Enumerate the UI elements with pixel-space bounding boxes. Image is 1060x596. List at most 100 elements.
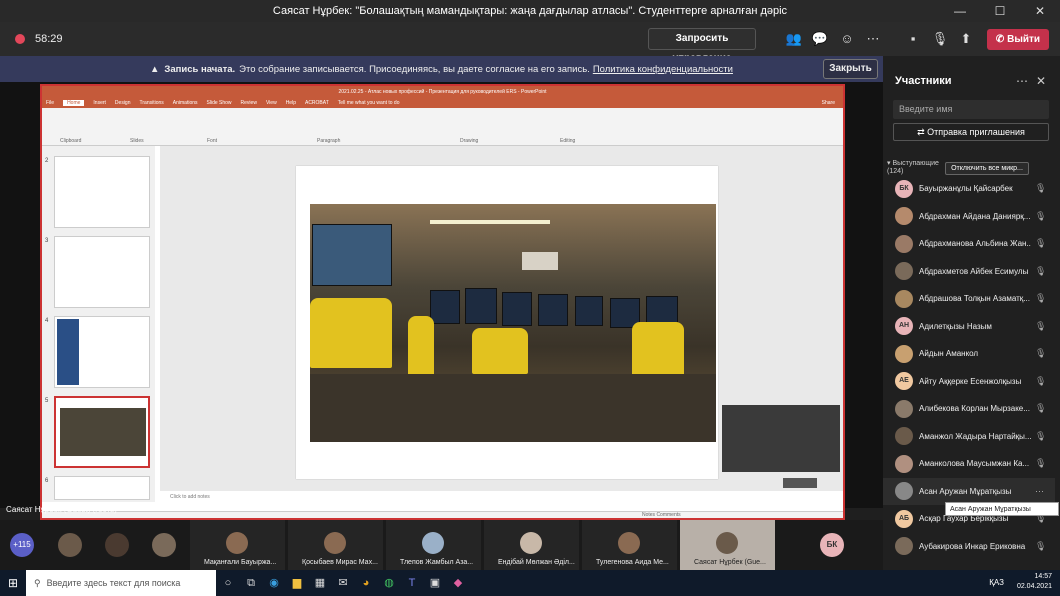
camera-off-icon[interactable]: ▪ bbox=[904, 30, 922, 48]
current-slide[interactable] bbox=[296, 166, 718, 479]
mail-icon[interactable]: ✉ bbox=[332, 570, 354, 596]
privacy-link[interactable]: Политика конфиденциальности bbox=[593, 64, 733, 75]
ppt-menu-acrobat[interactable]: ACROBAT bbox=[305, 100, 329, 106]
language-indicator[interactable]: ҚАЗ bbox=[989, 578, 1004, 587]
close-window-icon[interactable]: ✕ bbox=[1020, 0, 1060, 22]
more-participants-badge[interactable]: +115 bbox=[10, 533, 34, 557]
participant-row[interactable]: Аманжол Жадыра Нартайқы... 🎙 bbox=[883, 423, 1055, 450]
more-options-icon[interactable]: ⋯ bbox=[864, 30, 882, 48]
reactions-icon[interactable]: ☺ bbox=[838, 30, 856, 48]
ppt-menu-slideshow[interactable]: Slide Show bbox=[207, 100, 232, 106]
participant-search-input[interactable]: Введите имя bbox=[893, 100, 1049, 119]
ppt-menu-help[interactable]: Help bbox=[286, 100, 296, 106]
window-title-bar: Саясат Нұрбек: "Болашақтың мамандықтары:… bbox=[0, 0, 1060, 22]
participant-avatar: БК bbox=[895, 179, 913, 198]
participant-name: Асан Аружан Мұратқызы bbox=[919, 486, 1012, 496]
control-room-photo bbox=[310, 204, 716, 442]
slide-thumbnail[interactable] bbox=[54, 156, 150, 228]
mic-off-icon[interactable]: 🎙 bbox=[931, 30, 949, 48]
participant-row[interactable]: Абдрашова Толқын Азаматқ... 🎙 bbox=[883, 285, 1055, 312]
ppt-menu-file[interactable]: File bbox=[46, 100, 54, 106]
participant-avatar bbox=[895, 537, 913, 555]
participant-row[interactable]: БК Бауыржанұлы Қайсарбек 🎙 bbox=[883, 175, 1055, 202]
participants-icon[interactable]: 👥 bbox=[785, 30, 803, 48]
slide-thumbnail[interactable] bbox=[54, 236, 150, 308]
participant-row[interactable]: Аманколова Маусымжан Ка... 🎙 bbox=[883, 450, 1055, 477]
ppt-share[interactable]: Share bbox=[822, 100, 835, 106]
clock-date: 02.04.2021 bbox=[1016, 583, 1052, 590]
participant-name: Абдрахманова Альбина Жан... bbox=[919, 239, 1031, 248]
clock-time: 14:57 bbox=[1034, 573, 1052, 580]
search-icon: ⚲ bbox=[34, 577, 41, 588]
store-icon[interactable]: ▦ bbox=[309, 570, 331, 596]
ppt-menu-design[interactable]: Design bbox=[115, 100, 131, 106]
paint-icon[interactable]: ◆ bbox=[447, 570, 469, 596]
thumb-number: 2 bbox=[45, 158, 49, 164]
participant-row[interactable]: Асан Аружан Мұратқызы ⋯ bbox=[883, 477, 1055, 505]
presenters-section-label[interactable]: ▾ Выступающие (124) bbox=[887, 160, 939, 176]
participant-avatar bbox=[895, 454, 913, 473]
cortana-icon[interactable]: ○ bbox=[217, 570, 239, 596]
task-view-icon[interactable]: ⧉ bbox=[240, 570, 262, 596]
ppt-menu-animations[interactable]: Animations bbox=[173, 100, 198, 106]
presenters-count: (124) bbox=[887, 168, 904, 175]
whatsapp-icon[interactable]: ◍ bbox=[378, 570, 400, 596]
ppt-menu-home[interactable]: Home bbox=[63, 100, 85, 106]
participant-row[interactable]: Абдрахман Айдана Даниярқ... 🎙 bbox=[883, 203, 1055, 230]
recording-banner: ▲ Запись начата. Это собрание записывает… bbox=[0, 56, 883, 82]
video-tile-name: Саясат Нұрбек (Gue... bbox=[694, 559, 766, 566]
request-control-button[interactable]: Запросить управление bbox=[648, 28, 756, 64]
clock[interactable]: 14:57 02.04.2021 bbox=[1017, 572, 1052, 592]
participant-row[interactable]: Айдын Аманкол 🎙 bbox=[883, 340, 1055, 367]
video-tile[interactable]: Тлепов Жамбыл Аза... bbox=[386, 520, 481, 570]
teams-icon[interactable]: T bbox=[401, 570, 423, 596]
chat-icon[interactable]: 💬 bbox=[811, 30, 829, 48]
participant-avatar bbox=[895, 399, 913, 418]
participant-name: Абдрахметов Айбек Есимулы bbox=[919, 266, 1029, 276]
participant-row[interactable]: АН Адилетқызы Назым 🎙 bbox=[883, 313, 1055, 340]
video-tile[interactable]: Мақанғали Бауыржа... bbox=[190, 520, 285, 570]
slide-thumbnail-selected[interactable] bbox=[54, 396, 150, 468]
mute-all-button[interactable]: Отключить все микр... bbox=[945, 162, 1029, 175]
close-banner-button[interactable]: Закрыть bbox=[823, 59, 878, 79]
leave-button[interactable]: ✆ Выйти bbox=[987, 29, 1049, 50]
participant-avatar bbox=[895, 427, 913, 445]
panel-more-icon[interactable]: ⋯ bbox=[1016, 74, 1036, 88]
mic-muted-icon: 🎙 bbox=[1035, 183, 1047, 193]
send-invite-button[interactable]: ⇄ Отправка приглашения bbox=[893, 123, 1049, 141]
participant-avatar bbox=[895, 234, 913, 253]
participant-row[interactable]: Абдрахманова Альбина Жан... 🎙 bbox=[883, 230, 1055, 257]
slide-thumbnail[interactable] bbox=[54, 316, 150, 388]
minimize-icon[interactable]: — bbox=[940, 0, 980, 22]
ppt-menu-review[interactable]: Review bbox=[241, 100, 257, 106]
ribbon-group-clipboard: Clipboard bbox=[60, 138, 82, 144]
maximize-icon[interactable]: ☐ bbox=[980, 0, 1020, 22]
file-explorer-icon[interactable]: ▆ bbox=[286, 570, 308, 596]
participant-name: Аманжол Жадыра Нартайқы... bbox=[919, 431, 1031, 441]
participant-row[interactable]: Абдрахметов Айбек Есимулы 🎙 bbox=[883, 258, 1055, 285]
photos-icon[interactable]: ▣ bbox=[424, 570, 446, 596]
slide-thumbnail[interactable] bbox=[54, 476, 150, 500]
ppt-menu-insert[interactable]: Insert bbox=[93, 100, 106, 106]
video-tile[interactable]: Қосыбаев Мирас Мах... bbox=[288, 520, 383, 570]
ppt-menu-transitions[interactable]: Transitions bbox=[140, 100, 164, 106]
windows-start-icon[interactable]: ⊞ bbox=[0, 570, 26, 596]
more-options-icon[interactable]: ⋯ bbox=[1035, 486, 1044, 497]
participant-row[interactable]: Алибекова Корлан Мырзаке... 🎙 bbox=[883, 395, 1055, 422]
ppt-menu-view[interactable]: View bbox=[266, 100, 277, 106]
ppt-tell-me[interactable]: Tell me what you want to do bbox=[338, 100, 400, 106]
share-screen-icon[interactable]: ⬆ bbox=[957, 30, 975, 48]
video-tile[interactable]: Саясат Нұрбек (Gue... bbox=[680, 520, 775, 570]
edge-icon[interactable]: ◉ bbox=[263, 570, 285, 596]
chrome-icon[interactable]: ◕ bbox=[355, 570, 377, 596]
taskbar-search[interactable]: ⚲ Введите здесь текст для поиска bbox=[26, 570, 216, 596]
video-tile[interactable]: Ендібай Мөлжан Әділ... bbox=[484, 520, 579, 570]
participant-name: Абдрашова Толқын Азаматқ... bbox=[919, 294, 1030, 303]
participant-name: Абдрахман Айдана Даниярқ... bbox=[919, 211, 1031, 221]
participant-row[interactable]: Аубакирова Инкар Ериковна 🎙 bbox=[883, 533, 1055, 560]
video-tile[interactable]: Тулегенова Аида Ме... bbox=[582, 520, 677, 570]
participant-row[interactable]: АЕ Айту Аққерке Есенжолқызы 🎙 bbox=[883, 368, 1055, 395]
notes-placeholder[interactable]: Click to add notes bbox=[170, 494, 210, 500]
mic-muted-icon: 🎙 bbox=[1035, 320, 1047, 331]
panel-close-icon[interactable]: ✕ bbox=[1036, 74, 1054, 88]
